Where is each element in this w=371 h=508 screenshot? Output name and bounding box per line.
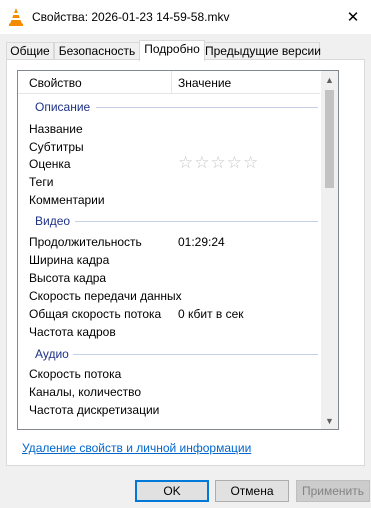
scroll-thumb[interactable] xyxy=(325,90,334,188)
ok-button[interactable]: OK xyxy=(135,480,209,502)
column-divider[interactable] xyxy=(171,71,172,93)
apply-button[interactable]: Применить xyxy=(296,480,370,502)
scroll-up-icon[interactable]: ▲ xyxy=(321,71,338,88)
group-header-video[interactable]: Видео xyxy=(35,214,70,230)
row-total-bitrate[interactable]: Общая скорость потока xyxy=(29,307,161,321)
row-data-rate[interactable]: Скорость передачи данных xyxy=(29,289,182,303)
tab-previous-versions[interactable]: Предыдущие версии xyxy=(204,42,321,60)
row-subtitles[interactable]: Субтитры xyxy=(29,140,84,154)
column-header-property[interactable]: Свойство xyxy=(29,76,82,90)
rating-stars-icon[interactable]: ☆☆☆☆☆ xyxy=(178,153,259,173)
close-button[interactable]: ✕ xyxy=(335,0,371,34)
group-divider xyxy=(75,221,318,222)
remove-properties-link[interactable]: Удаление свойств и личной информации xyxy=(22,441,251,455)
row-channels[interactable]: Каналы, количество xyxy=(29,385,141,399)
value-duration: 01:29:24 xyxy=(178,235,225,249)
row-comments[interactable]: Комментарии xyxy=(29,193,105,207)
row-frame-width[interactable]: Ширина кадра xyxy=(29,253,109,267)
title-bar: Свойства: 2026-01-23 14-59-58.mkv ✕ xyxy=(0,0,371,34)
tab-general[interactable]: Общие xyxy=(6,42,54,60)
group-header-audio[interactable]: Аудио xyxy=(35,347,69,363)
tab-security[interactable]: Безопасность xyxy=(54,42,140,60)
cancel-button[interactable]: Отмена xyxy=(215,480,289,502)
list-header: Свойство Значение xyxy=(18,71,320,94)
vertical-scrollbar[interactable]: ▲ ▼ xyxy=(321,71,338,429)
value-total-bitrate: 0 кбит в сек xyxy=(178,307,244,321)
window-title: Свойства: 2026-01-23 14-59-58.mkv xyxy=(32,10,230,24)
row-sample-rate[interactable]: Частота дискретизации xyxy=(29,403,159,417)
group-header-description[interactable]: Описание xyxy=(35,100,90,116)
properties-list[interactable]: Свойство Значение Описание Название Субт… xyxy=(17,70,339,430)
group-divider xyxy=(96,107,318,108)
row-frame-rate[interactable]: Частота кадров xyxy=(29,325,116,339)
row-bitrate[interactable]: Скорость потока xyxy=(29,367,121,381)
row-duration[interactable]: Продолжительность xyxy=(29,235,142,249)
close-icon: ✕ xyxy=(346,9,360,26)
row-rating[interactable]: Оценка xyxy=(29,157,71,171)
row-tags[interactable]: Теги xyxy=(29,175,53,189)
group-divider xyxy=(73,354,318,355)
row-name[interactable]: Название xyxy=(29,122,83,136)
properties-list-content: Свойство Значение Описание Название Субт… xyxy=(18,71,320,429)
row-frame-height[interactable]: Высота кадра xyxy=(29,271,106,285)
tab-details[interactable]: Подробно xyxy=(139,40,205,61)
scroll-down-icon[interactable]: ▼ xyxy=(321,412,338,429)
vlc-cone-icon xyxy=(9,8,23,26)
column-header-value[interactable]: Значение xyxy=(178,76,231,90)
